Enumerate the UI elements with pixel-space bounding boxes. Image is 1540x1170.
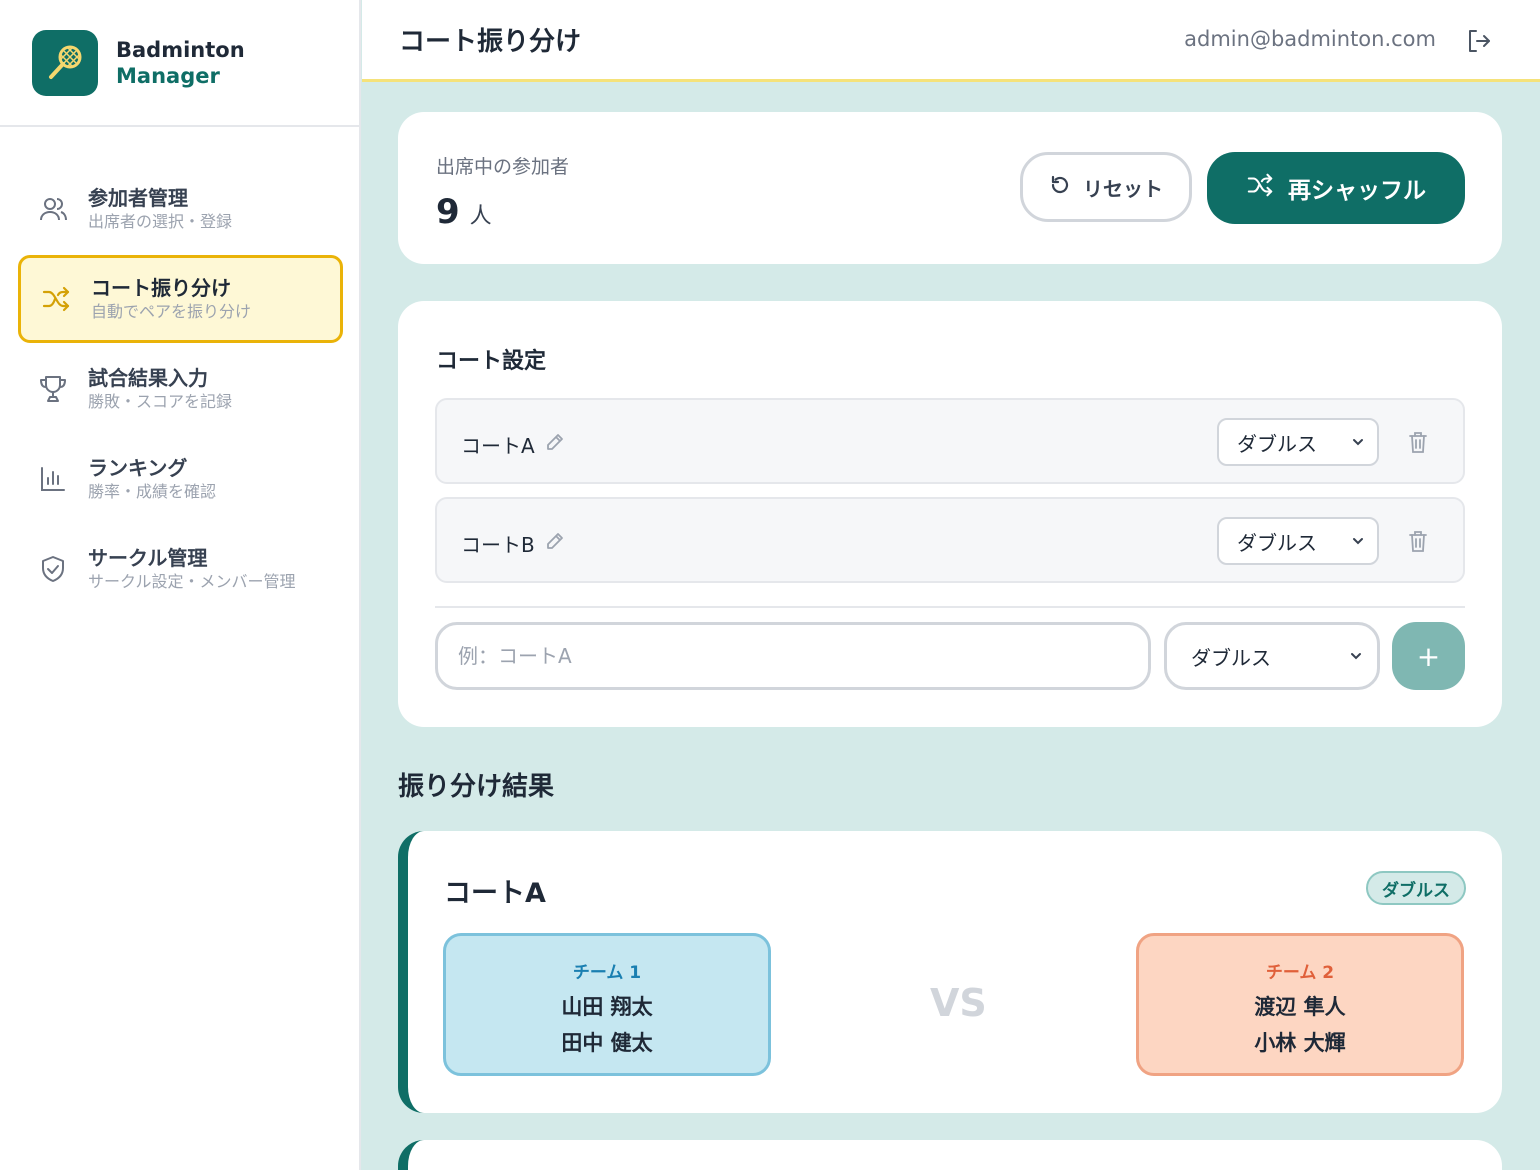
chevron-down-icon [1351,529,1365,553]
court-type-value: ダブルス [1237,431,1317,456]
add-court-button[interactable]: + [1392,622,1465,690]
match-type-badge: ダブルス [1366,871,1466,905]
chevron-down-icon [1351,430,1365,454]
court-result-card [398,1140,1502,1170]
brand-name: Badminton Manager [116,37,245,89]
team-label: チーム 2 [1265,963,1335,983]
trash-icon[interactable] [1407,529,1431,553]
sidebar-item-match-results[interactable]: 試合結果入力 勝敗・スコアを記録 [18,345,343,433]
court-setting-row: コートA ダブルス [435,398,1465,484]
player-name: 山田 翔太 [561,995,653,1019]
sidebar-item-title: 試合結果入力 [88,366,208,390]
attendance-card: 出席中の参加者 9 人 リセット 再シャッフル [398,112,1502,264]
team-1-box: チーム 1 山田 翔太 田中 健太 [443,933,771,1076]
sidebar-item-subtitle: 勝率・成績を確認 [88,482,217,501]
shuffle-icon [39,282,73,316]
top-header: コート振り分け admin@badminton.com [362,0,1540,82]
court-type-select[interactable]: ダブルス [1217,517,1379,565]
user-email: admin@badminton.com [1184,27,1436,51]
court-setting-row: コートB ダブルス [435,497,1465,583]
brand-line2: Manager [116,63,220,88]
team-2-box: チーム 2 渡辺 隼人 小林 大輝 [1136,933,1464,1076]
team-label: チーム 1 [572,963,642,983]
sidebar-item-title: コート振り分け [91,276,231,300]
attendance-unit: 人 [469,204,492,229]
attendance-number: 9 [436,192,460,232]
brand-line1: Badminton [116,37,245,62]
new-court-type-select[interactable]: ダブルス [1164,622,1380,690]
sidebar-item-circle-management[interactable]: サークル管理 サークル設定・メンバー管理 [18,525,343,613]
player-name: 田中 健太 [561,1031,653,1055]
users-icon [36,192,70,226]
reshuffle-label: 再シャッフル [1288,178,1426,204]
divider [435,606,1465,608]
chevron-down-icon [1349,644,1363,668]
sidebar: Badminton Manager 参加者管理 出席者の選択・登録 コート振り分… [0,0,361,1170]
result-court-name: コートA [444,878,546,909]
sidebar-item-ranking[interactable]: ランキング 勝率・成績を確認 [18,435,343,523]
sidebar-item-participants[interactable]: 参加者管理 出席者の選択・登録 [18,165,343,253]
results-title: 振り分け結果 [398,772,555,802]
shuffle-icon [1246,171,1274,205]
edit-pencil-icon[interactable] [545,432,565,457]
player-name: 渡辺 隼人 [1254,995,1346,1019]
badminton-racket-icon [32,29,98,96]
bar-chart-icon [36,462,70,496]
court-type-value: ダブルス [1237,530,1317,555]
shield-icon [36,552,70,586]
reset-icon [1049,174,1071,201]
attendance-label: 出席中の参加者 [436,156,570,178]
reset-button[interactable]: リセット [1020,152,1192,222]
court-type-select[interactable]: ダブルス [1217,418,1379,466]
court-name-label: コートA [461,434,535,458]
edit-pencil-icon[interactable] [545,531,565,556]
player-name: 小林 大輝 [1254,1031,1346,1055]
sidebar-item-subtitle: 勝敗・スコアを記録 [88,392,233,411]
sidebar-item-title: ランキング [88,456,188,480]
attendance-count: 9 人 [436,192,492,232]
sidebar-item-title: サークル管理 [88,546,208,570]
sidebar-item-title: 参加者管理 [88,186,188,210]
page-title: コート振り分け [399,27,582,57]
new-court-name-input[interactable] [435,622,1151,690]
court-settings-card: コート設定 コートA ダブルス コートB ダブルス 例：コートA ダブルス + [398,301,1502,727]
brand[interactable]: Badminton Manager [0,0,359,127]
court-name: コートA [461,430,565,459]
vs-label: VS [930,981,987,1025]
reset-label: リセット [1083,176,1163,201]
sidebar-item-subtitle: サークル設定・メンバー管理 [88,572,296,591]
new-court-type-value: ダブルス [1191,645,1271,670]
court-name-label: コートB [461,533,535,557]
court-result-card: コートA ダブルス チーム 1 山田 翔太 田中 健太 VS チーム 2 渡辺 … [398,831,1502,1113]
court-name: コートB [461,529,565,558]
trash-icon[interactable] [1407,430,1431,454]
logout-icon[interactable] [1466,28,1492,54]
sidebar-item-subtitle: 出席者の選択・登録 [88,212,233,231]
sidebar-item-court-assignment[interactable]: コート振り分け 自動でペアを振り分け [18,255,343,343]
trophy-icon [36,372,70,406]
sidebar-nav: 参加者管理 出席者の選択・登録 コート振り分け 自動でペアを振り分け 試合結果入… [0,127,359,613]
sidebar-item-subtitle: 自動でペアを振り分け [91,302,252,321]
court-settings-title: コート設定 [436,349,547,374]
reshuffle-button[interactable]: 再シャッフル [1207,152,1465,224]
